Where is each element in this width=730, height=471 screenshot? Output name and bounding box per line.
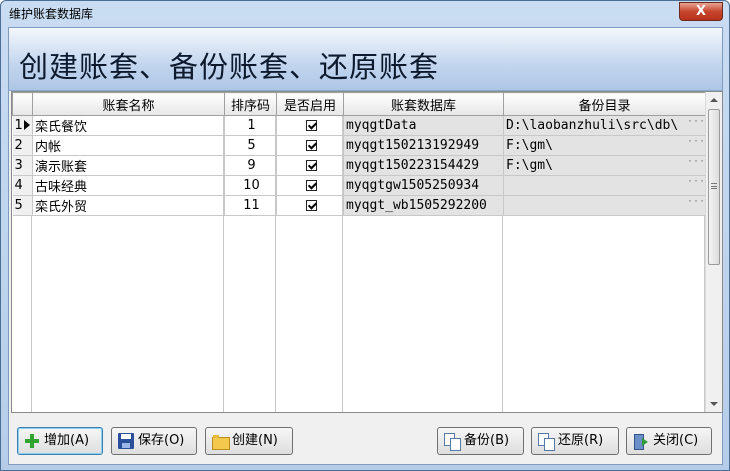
cell-database: myqgtgw1505250934: [343, 175, 504, 196]
app-window: 维护账套数据库 X 创建账套、备份账套、还原账套 账套名称 排序码 是否启用 账…: [0, 0, 730, 471]
title-bar[interactable]: 维护账套数据库 X: [1, 1, 729, 27]
header-panel: 创建账套、备份账套、还原账套: [9, 28, 722, 91]
restore-button-label: 还原(R): [558, 433, 604, 448]
check-icon[interactable]: [305, 140, 317, 151]
cell-database: myqgt_wb1505292200: [343, 195, 504, 216]
row-pointer-icon: [24, 120, 30, 130]
scroll-down-arrow-icon[interactable]: [710, 402, 718, 406]
cell-enabled[interactable]: [276, 195, 344, 216]
browse-ellipsis-button[interactable]: ···: [687, 157, 705, 172]
accounts-grid[interactable]: 账套名称 排序码 是否启用 账套数据库 备份目录 1 栾氏餐饮 1 myqgtD…: [11, 91, 723, 413]
row-number[interactable]: 4: [12, 175, 33, 196]
scrollbar-thumb[interactable]: [708, 109, 720, 265]
page-title: 创建账套、备份账套、还原账套: [19, 50, 440, 84]
row-header-corner: [12, 92, 33, 116]
table-row[interactable]: 4 古味经典 10 myqgtgw1505250934 ···: [12, 175, 706, 196]
check-icon[interactable]: [305, 120, 317, 131]
close-window-button[interactable]: X: [679, 2, 723, 21]
cell-name[interactable]: 内帐: [32, 135, 225, 156]
cell-backup-dir[interactable]: F:\gm\ ···: [503, 135, 706, 156]
create-button-label: 创建(N): [232, 433, 278, 448]
cell-name[interactable]: 古味经典: [32, 175, 225, 196]
table-row[interactable]: 3 演示账套 9 myqgt150223154429 F:\gm\ ···: [12, 155, 706, 176]
column-header-name[interactable]: 账套名称: [32, 92, 225, 116]
scroll-up-arrow-icon[interactable]: [710, 98, 718, 102]
cell-order[interactable]: 5: [224, 135, 277, 156]
backup-dir-text: D:\laobanzhuli\src\db\: [506, 118, 679, 133]
column-header-backup-dir[interactable]: 备份目录: [503, 92, 706, 116]
grip-icon: [711, 183, 717, 189]
add-button[interactable]: 增加(A): [17, 427, 103, 455]
cell-order[interactable]: 9: [224, 155, 277, 176]
row-number-text: 5: [14, 198, 23, 213]
cell-backup-dir[interactable]: ···: [503, 175, 706, 196]
cell-order[interactable]: 11: [224, 195, 277, 216]
close-button-label: 关闭(C): [653, 433, 699, 448]
browse-ellipsis-button[interactable]: ···: [687, 177, 705, 192]
create-button[interactable]: 创建(N): [205, 427, 293, 455]
row-number-text: 3: [14, 158, 23, 173]
cell-name[interactable]: 演示账套: [32, 155, 225, 176]
row-number-text: 1: [14, 118, 23, 133]
folder-icon: [212, 433, 230, 450]
window-title: 维护账套数据库: [9, 7, 94, 21]
cell-order[interactable]: 10: [224, 175, 277, 196]
backup-dir-text: F:\gm\: [506, 138, 553, 153]
save-button-label: 保存(O): [138, 433, 185, 448]
cell-backup-dir[interactable]: D:\laobanzhuli\src\db\ ···: [503, 115, 706, 136]
exit-icon: [633, 433, 649, 450]
row-number[interactable]: 3: [12, 155, 33, 176]
check-icon[interactable]: [305, 180, 317, 191]
cell-enabled[interactable]: [276, 135, 344, 156]
client-area: 创建账套、备份账套、还原账套 账套名称 排序码 是否启用 账套数据库 备份目录 …: [8, 27, 723, 465]
add-button-label: 增加(A): [44, 433, 90, 448]
close-button[interactable]: 关闭(C): [626, 427, 712, 455]
vertical-scrollbar[interactable]: [705, 92, 722, 412]
cell-database: myqgt150223154429: [343, 155, 504, 176]
row-number-text: 4: [14, 178, 23, 193]
cell-backup-dir[interactable]: ···: [503, 195, 706, 216]
cell-order[interactable]: 1: [224, 115, 277, 136]
restore-icon: [538, 433, 555, 451]
save-icon: [118, 433, 134, 449]
column-header-database[interactable]: 账套数据库: [343, 92, 504, 116]
check-icon[interactable]: [305, 160, 317, 171]
cell-database: myqgt150213192949: [343, 135, 504, 156]
backup-button[interactable]: 备份(B): [437, 427, 524, 455]
table-header-row: 账套名称 排序码 是否启用 账套数据库 备份目录: [12, 92, 706, 116]
cell-name[interactable]: 栾氏外贸: [32, 195, 225, 216]
row-number[interactable]: 2: [12, 135, 33, 156]
row-number[interactable]: 5: [12, 195, 33, 216]
cell-database: myqgtData: [343, 115, 504, 136]
cell-enabled[interactable]: [276, 175, 344, 196]
backup-dir-text: F:\gm\: [506, 158, 553, 173]
backup-icon: [444, 433, 461, 451]
restore-button[interactable]: 还原(R): [531, 427, 619, 455]
column-header-enabled[interactable]: 是否启用: [276, 92, 344, 116]
cell-enabled[interactable]: [276, 155, 344, 176]
check-icon[interactable]: [305, 200, 317, 211]
table-row[interactable]: 2 内帐 5 myqgt150213192949 F:\gm\ ···: [12, 135, 706, 156]
browse-ellipsis-button[interactable]: ···: [687, 197, 705, 212]
accounts-table: 账套名称 排序码 是否启用 账套数据库 备份目录 1 栾氏餐饮 1 myqgtD…: [12, 92, 706, 216]
column-header-order[interactable]: 排序码: [224, 92, 277, 116]
browse-ellipsis-button[interactable]: ···: [687, 117, 705, 132]
row-number-text: 2: [14, 138, 23, 153]
row-number[interactable]: 1: [12, 115, 33, 136]
button-bar: 增加(A) 保存(O) 创建(N) 备份(B) 还原(R) 关闭(C): [9, 418, 722, 464]
add-icon: [24, 433, 40, 449]
table-row[interactable]: 5 栾氏外贸 11 myqgt_wb1505292200 ···: [12, 195, 706, 216]
cell-name[interactable]: 栾氏餐饮: [32, 115, 225, 136]
cell-backup-dir[interactable]: F:\gm\ ···: [503, 155, 706, 176]
table-row[interactable]: 1 栾氏餐饮 1 myqgtData D:\laobanzhuli\src\db…: [12, 115, 706, 136]
browse-ellipsis-button[interactable]: ···: [687, 137, 705, 152]
backup-button-label: 备份(B): [464, 433, 510, 448]
save-button[interactable]: 保存(O): [111, 427, 197, 455]
cell-enabled[interactable]: [276, 115, 344, 136]
